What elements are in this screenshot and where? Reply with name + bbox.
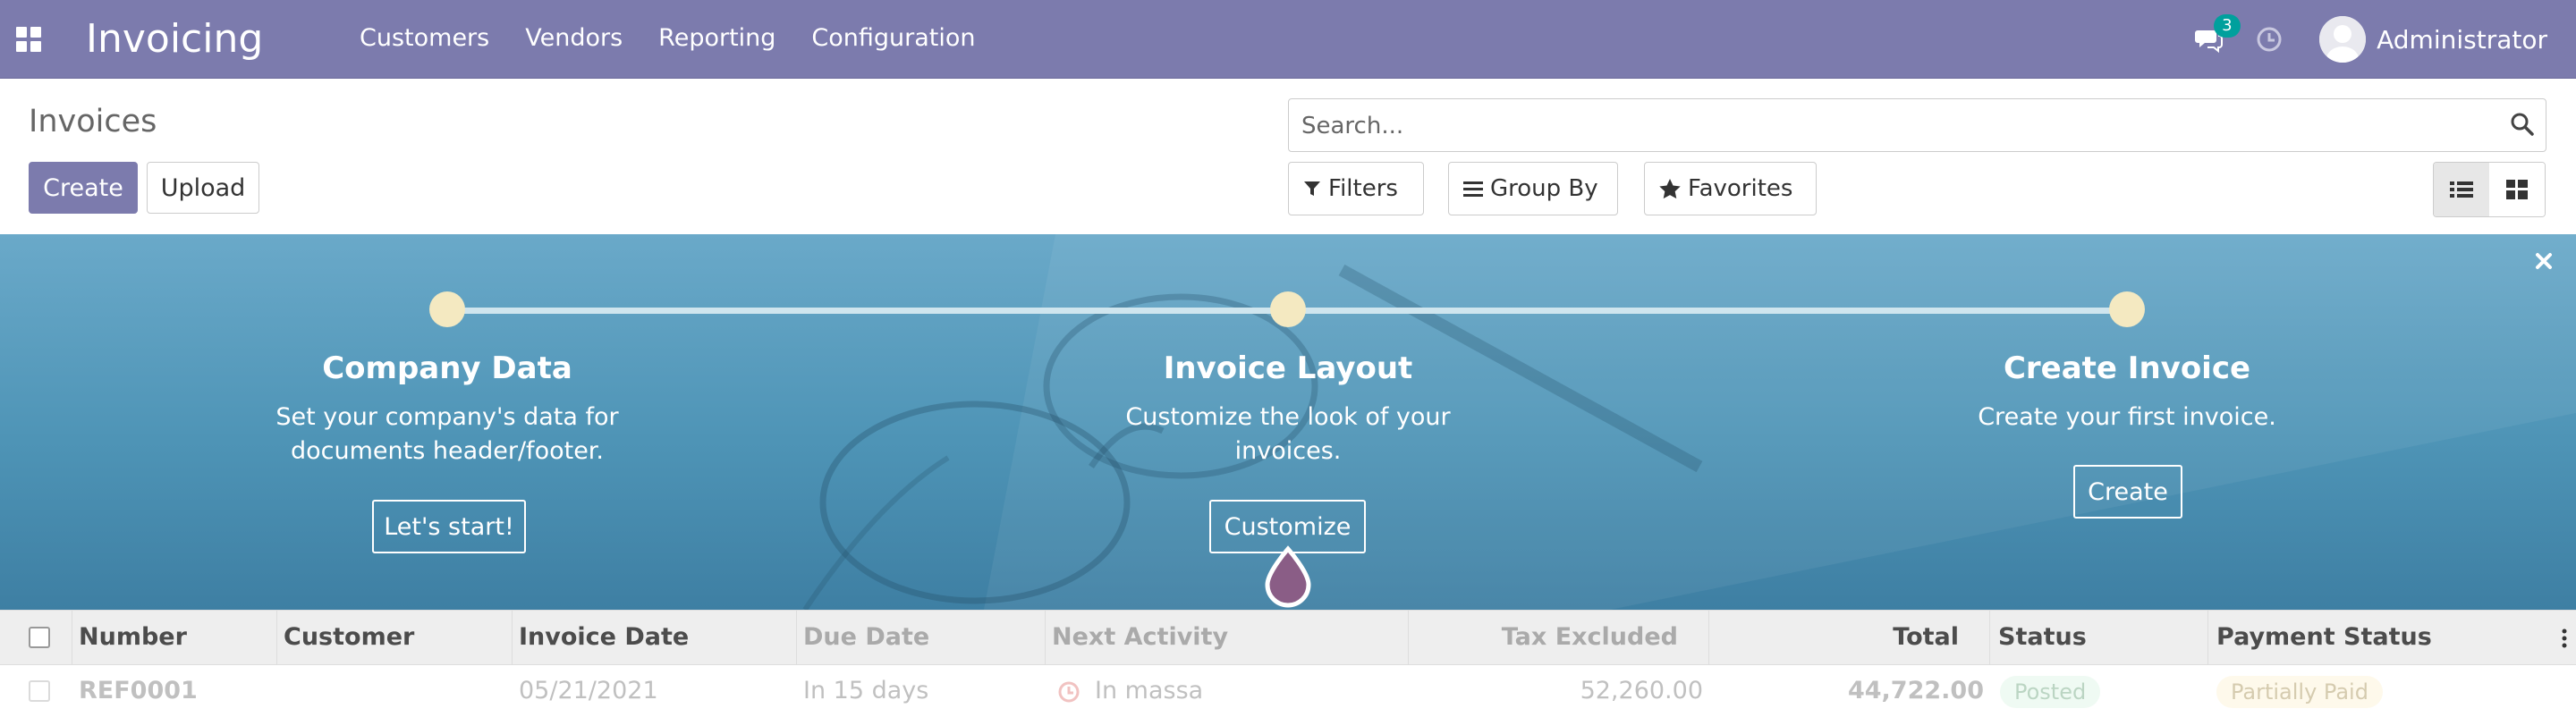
group-by-button[interactable]: Group By bbox=[1448, 162, 1618, 215]
messages-icon[interactable]: 3 bbox=[2194, 14, 2241, 54]
column-separator bbox=[1408, 611, 1409, 664]
column-customer[interactable]: Customer bbox=[284, 611, 414, 664]
column-number[interactable]: Number bbox=[79, 611, 187, 664]
filters-label: Filters bbox=[1328, 175, 1398, 202]
page-title: Invoices bbox=[29, 104, 157, 139]
step-title: Company Data bbox=[322, 350, 572, 386]
step-invoice-layout: Invoice Layout Customize the look of you… bbox=[1055, 350, 1521, 468]
close-icon[interactable] bbox=[2533, 250, 2555, 272]
search-bar bbox=[1288, 98, 2546, 152]
step-title: Create Invoice bbox=[2003, 350, 2251, 386]
star-icon bbox=[1659, 179, 1681, 198]
search-input[interactable] bbox=[1300, 106, 2484, 146]
step-company-data: Company Data Set your company's data for… bbox=[215, 350, 680, 468]
step-dot-company-data bbox=[429, 291, 465, 327]
list-view-button[interactable] bbox=[2434, 163, 2489, 216]
cell-number: REF0001 bbox=[79, 677, 198, 704]
list-view-icon bbox=[2450, 181, 2473, 198]
user-name[interactable]: Administrator bbox=[2377, 25, 2547, 55]
group-by-icon bbox=[1463, 181, 1483, 197]
column-invoice-date[interactable]: Invoice Date bbox=[519, 611, 689, 664]
step-description-line2: documents header/footer. bbox=[290, 437, 605, 465]
view-switcher bbox=[2433, 162, 2546, 217]
cell-next-activity: In massa bbox=[1095, 677, 1204, 704]
column-separator bbox=[1045, 611, 1046, 664]
kanban-view-icon bbox=[2506, 180, 2528, 199]
column-payment-status[interactable]: Payment Status bbox=[2216, 611, 2432, 664]
top-navbar: Invoicing Customers Vendors Reporting Co… bbox=[0, 0, 2576, 79]
filters-button[interactable]: Filters bbox=[1288, 162, 1424, 215]
cell-invoice-date: 05/21/2021 bbox=[519, 677, 658, 704]
payment-status-badge: Partially Paid bbox=[2216, 676, 2383, 708]
search-icon[interactable] bbox=[2510, 112, 2535, 137]
favorites-button[interactable]: Favorites bbox=[1644, 162, 1817, 215]
status-badge: Posted bbox=[2000, 676, 2101, 708]
upload-button[interactable]: Upload bbox=[147, 162, 259, 214]
column-tax-excluded[interactable]: Tax Excluded bbox=[1502, 611, 1678, 664]
activity-clock-icon[interactable] bbox=[2255, 25, 2284, 54]
cell-total: 44,722.00 bbox=[1847, 677, 1984, 704]
column-due-date[interactable]: Due Date bbox=[803, 611, 929, 664]
step-description-line1: Customize the look of your bbox=[1125, 403, 1451, 431]
cell-due-date: In 15 days bbox=[803, 677, 929, 704]
group-by-label: Group By bbox=[1490, 175, 1598, 202]
lets-start-button[interactable]: Let's start! bbox=[372, 500, 526, 553]
cell-tax-excluded: 52,260.00 bbox=[1580, 677, 1703, 704]
apps-menu-icon[interactable] bbox=[16, 27, 41, 52]
menu-item-vendors[interactable]: Vendors bbox=[525, 24, 623, 52]
column-separator bbox=[276, 611, 277, 664]
systray: 3 Administrator bbox=[2194, 13, 2547, 66]
filter-icon bbox=[1304, 181, 1320, 196]
step-dot-create-invoice bbox=[2109, 291, 2145, 327]
table-row[interactable]: REF0001 05/21/2021 In 15 days In massa 5… bbox=[0, 665, 2576, 717]
select-all-checkbox[interactable] bbox=[29, 627, 50, 648]
menu-item-customers[interactable]: Customers bbox=[360, 24, 489, 52]
column-separator bbox=[1708, 611, 1709, 664]
tip-marker-icon[interactable] bbox=[1264, 545, 1312, 608]
step-dot-invoice-layout bbox=[1270, 291, 1306, 327]
step-title: Invoice Layout bbox=[1163, 350, 1413, 386]
column-separator bbox=[796, 611, 797, 664]
row-checkbox[interactable] bbox=[29, 680, 50, 702]
list-header: Number Customer Invoice Date Due Date Ne… bbox=[0, 610, 2576, 665]
menu-item-configuration[interactable]: Configuration bbox=[811, 24, 975, 52]
favorites-label: Favorites bbox=[1688, 175, 1793, 202]
column-next-activity[interactable]: Next Activity bbox=[1052, 611, 1228, 664]
optional-columns-icon[interactable] bbox=[2562, 628, 2567, 652]
onboarding-banner: Company Data Set your company's data for… bbox=[0, 234, 2576, 610]
step-description-line1: Create your first invoice. bbox=[1978, 403, 2276, 431]
step-create-invoice: Create Invoice Create your first invoice… bbox=[1894, 350, 2360, 434]
main-menu: Customers Vendors Reporting Configuratio… bbox=[360, 24, 976, 52]
column-status[interactable]: Status bbox=[1998, 611, 2087, 664]
column-separator bbox=[512, 611, 513, 664]
menu-item-reporting[interactable]: Reporting bbox=[658, 24, 775, 52]
user-avatar[interactable] bbox=[2319, 16, 2367, 63]
step-description-line2: invoices. bbox=[1234, 437, 1342, 465]
kanban-view-button[interactable] bbox=[2489, 163, 2545, 216]
column-total[interactable]: Total bbox=[1893, 611, 1959, 664]
create-invoice-button[interactable]: Create bbox=[2073, 465, 2182, 519]
create-button[interactable]: Create bbox=[29, 162, 138, 214]
column-separator bbox=[1989, 611, 1990, 664]
column-separator bbox=[2207, 611, 2208, 664]
activity-clock-icon[interactable] bbox=[1057, 680, 1080, 707]
step-description-line1: Set your company's data for bbox=[275, 403, 619, 431]
messages-count-badge: 3 bbox=[2214, 14, 2241, 38]
app-title[interactable]: Invoicing bbox=[86, 13, 263, 66]
